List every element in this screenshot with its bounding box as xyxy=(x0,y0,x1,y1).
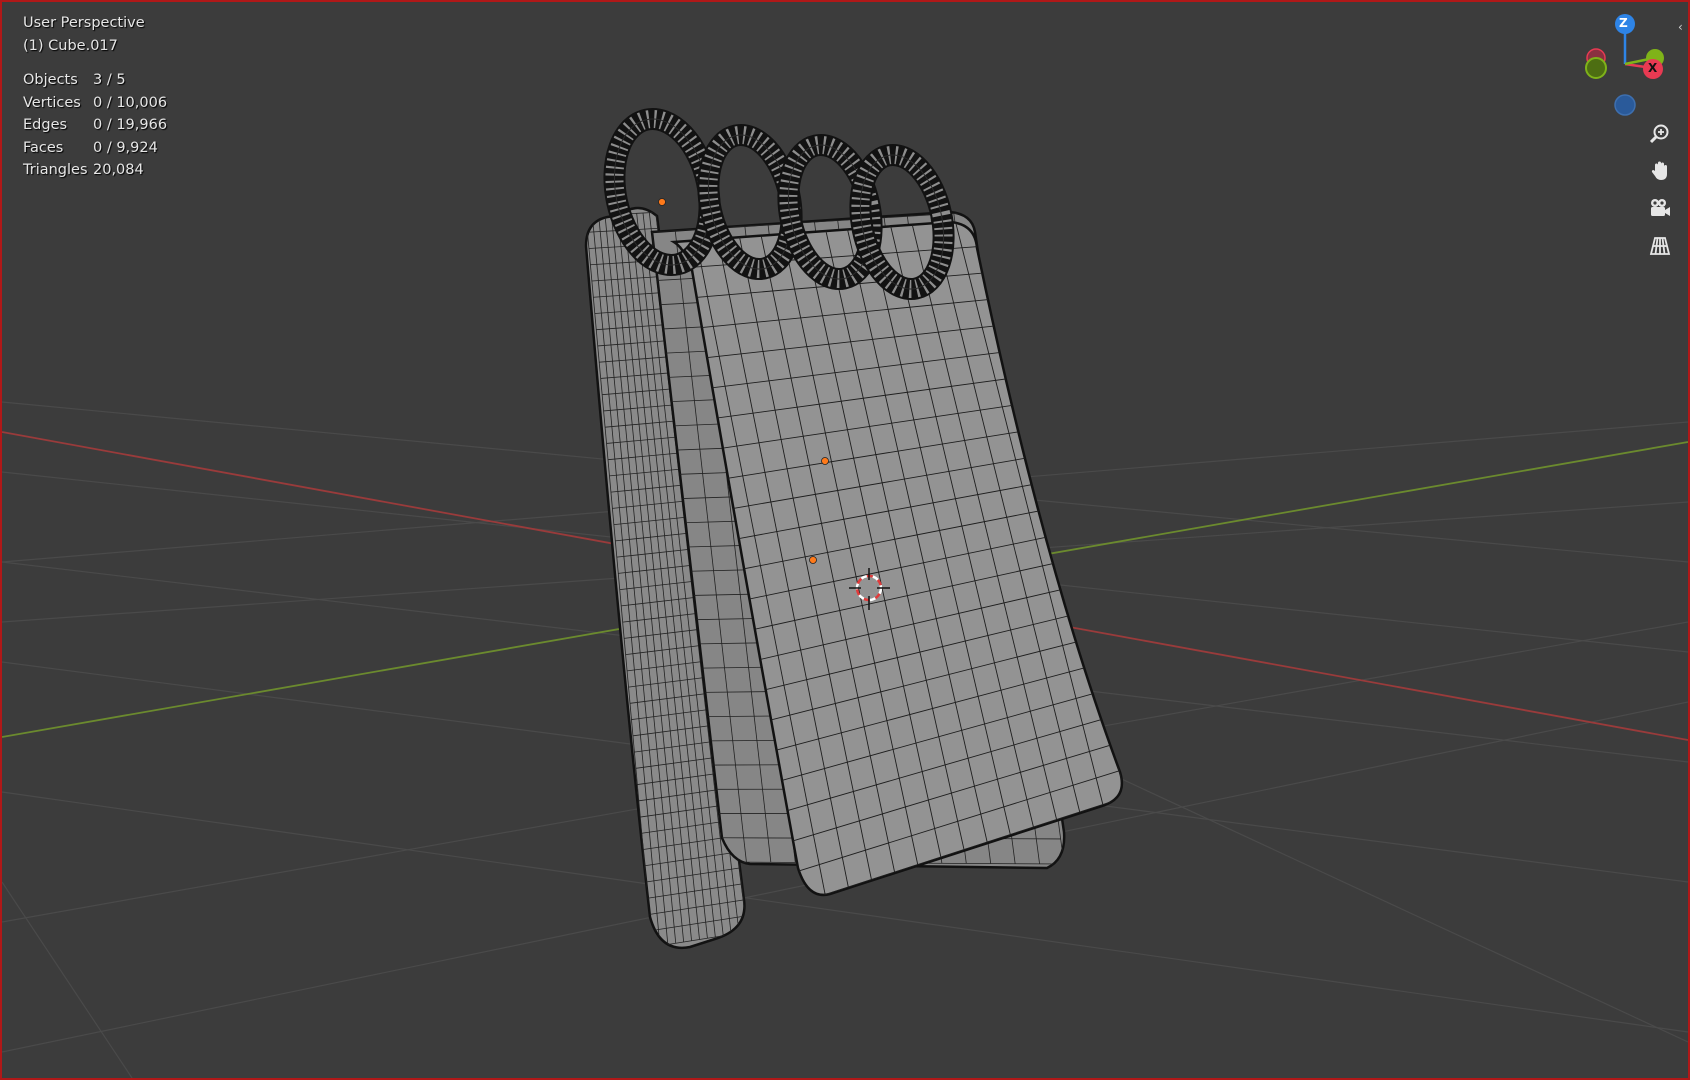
stat-triangles: Triangles 20,084 xyxy=(23,162,144,178)
hand-pan-icon xyxy=(1651,161,1667,180)
gizmo-neg-y[interactable] xyxy=(1585,57,1607,79)
scene-statistics: Objects 3 / 5 Vertices 0 / 10,006 Edges 0 /… xyxy=(23,69,167,182)
stat-vertices: Vertices 0 / 10,006 xyxy=(23,94,168,111)
origin-point[interactable] xyxy=(809,556,817,564)
gizmo-neg-z[interactable] xyxy=(1614,94,1636,116)
pan-button[interactable] xyxy=(1646,157,1674,185)
viewport-info-overlay: User Perspective (1) Cube.017 Objects 3 /… xyxy=(23,12,167,182)
camera-icon xyxy=(1651,199,1670,216)
perspective-toggle-button[interactable] xyxy=(1646,232,1674,260)
gizmo-x-label: X xyxy=(1648,61,1658,75)
stat-objects: Objects 3 / 5 xyxy=(23,72,126,88)
3d-viewport[interactable]: User Perspective (1) Cube.017 Objects 3 /… xyxy=(0,0,1690,1080)
origin-point[interactable] xyxy=(821,457,829,465)
grid-view-icon xyxy=(1649,237,1671,255)
stat-faces: Faces 0 / 9,924 xyxy=(23,139,158,156)
stat-edges: Edges 0 / 19,966 xyxy=(23,117,168,133)
view-mode-label: User Perspective xyxy=(23,15,145,31)
zoom-icon xyxy=(1649,124,1669,144)
scene-canvas[interactable] xyxy=(2,2,1688,1078)
origin-point[interactable] xyxy=(658,198,666,206)
sidebar-toggle-arrow[interactable]: ‹ xyxy=(1678,20,1683,34)
zoom-button[interactable] xyxy=(1646,120,1674,148)
gizmo-z-label: Z xyxy=(1619,16,1628,30)
active-object-label: (1) Cube.017 xyxy=(23,37,118,54)
camera-view-button[interactable] xyxy=(1646,194,1674,222)
